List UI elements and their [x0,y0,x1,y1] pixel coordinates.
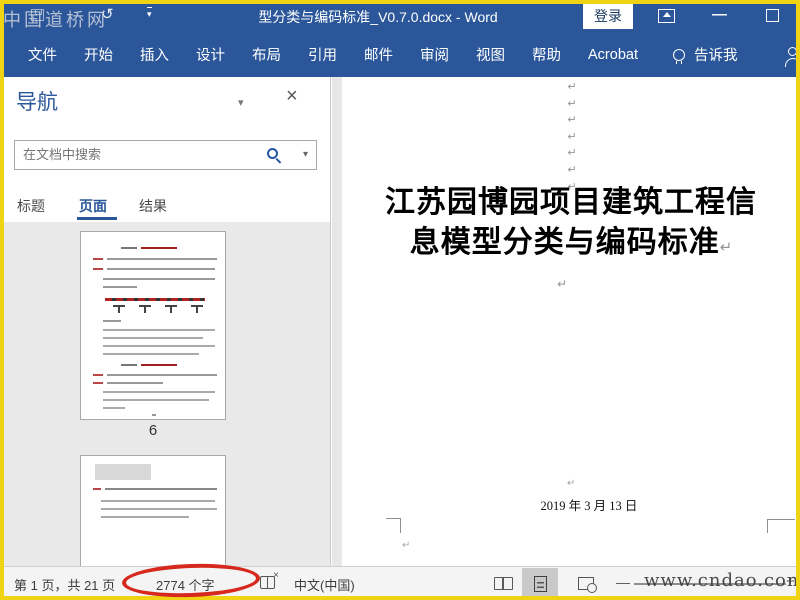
web-layout-icon[interactable] [578,577,597,593]
active-tab-underline [77,217,117,220]
watermark-bottom-right: www.cndao.com [644,570,800,591]
tab-file[interactable]: 文件 [28,44,57,65]
sign-in-button[interactable]: 登录 [583,4,633,29]
tab-references[interactable]: 引用 [308,44,337,65]
nav-tab-pages[interactable]: 页面 [79,196,107,216]
nav-pane-tabs: 标题 页面 结果 [0,194,331,222]
title-bar: ↺ ▾ 型分类与编码标准_V0.7.0.docx - Word 登录 — [0,0,800,32]
read-mode-icon[interactable] [494,577,513,590]
thumbnail-diagram-line [105,298,205,301]
word-count-indicator[interactable]: 2774 个字 [156,575,215,594]
account-person-icon-body [785,58,800,67]
nav-pane-menu-icon[interactable]: ▾ [238,96,244,109]
quick-access-customize-icon[interactable]: ▾ [147,7,152,20]
window-title: 型分类与编码标准_V0.7.0.docx - Word [258,9,498,25]
tab-acrobat[interactable]: Acrobat [588,47,638,63]
tab-mailings[interactable]: 邮件 [364,44,393,65]
ribbon-tab-bar: 文件 开始 插入 设计 布局 引用 邮件 审阅 视图 帮助 Acrobat 告诉… [0,32,800,77]
document-title-line-1: 江苏园博园项目建筑工程信 [385,186,757,219]
tab-home[interactable]: 开始 [84,44,113,65]
tab-help[interactable]: 帮助 [532,44,561,65]
page-thumbnail-list: 6 [0,222,330,566]
page-6-label: 6 [148,422,158,439]
tab-design[interactable]: 设计 [196,44,225,65]
paragraph-mark: ↵ [719,239,733,256]
tab-review[interactable]: 审阅 [420,44,449,65]
text-boundary-corner-mark [386,518,401,533]
text-boundary-corner-mark [767,519,795,533]
account-person-icon[interactable] [788,47,797,56]
page-6-thumbnail[interactable] [80,231,226,420]
nav-pane-title: 导航 [16,91,58,114]
document-area: ↵ ↵ ↵ ↵ ↵ ↵ ↵ 江苏园博园项目建筑工程信 息模型分类与编码标准↵ ↵ ↵ 201… [332,77,800,566]
maximize-button[interactable] [766,9,779,22]
ribbon-display-options-icon[interactable] [658,9,675,23]
nav-tab-headings[interactable]: 标题 [17,196,45,216]
page-indicator[interactable]: 第 1 页，共 21 页 [14,575,115,594]
tab-insert[interactable]: 插入 [140,44,169,65]
document-search-input[interactable]: 在文档中搜索 ▾ [14,140,317,170]
page-7-thumbnail[interactable] [80,455,226,566]
nav-pane-close-icon[interactable]: × [286,85,298,108]
lightbulb-icon [672,48,685,64]
tell-me-label: 告诉我 [693,48,738,64]
nav-tab-results[interactable]: 结果 [139,196,167,216]
language-indicator[interactable]: 中文(中国) [294,575,355,594]
print-layout-icon-active[interactable] [522,568,558,600]
paragraph-mark: ↵ [402,540,411,551]
word-application-window: ↺ ▾ 型分类与编码标准_V0.7.0.docx - Word 登录 — 中国道… [0,0,800,600]
paragraph-mark: ↵ [557,277,568,291]
tab-view[interactable]: 视图 [476,44,505,65]
tell-me-group[interactable]: 告诉我 [672,44,738,65]
proofing-errors-icon[interactable] [260,570,279,589]
watermark-top-left: 中国道桥网 [3,10,108,31]
navigation-pane: 导航 ▾ × 在文档中搜索 ▾ 标题 页面 结果 6 [0,77,331,566]
empty-paragraph-marks: ↵ ↵ ↵ ↵ ↵ ↵ ↵ [567,81,577,193]
search-options-icon[interactable]: ▾ [303,149,308,160]
zoom-out-button[interactable]: — [616,574,630,590]
minimize-button[interactable]: — [712,6,727,23]
paragraph-mark: ↵ [567,478,576,489]
tab-layout[interactable]: 布局 [252,44,281,65]
document-date: 2019 年 3 月 13 日 [540,499,638,513]
document-title: 江苏园博园项目建筑工程信 息模型分类与编码标准↵ [342,183,800,268]
document-title-line-2: 息模型分类与编码标准 [409,226,720,259]
search-icon[interactable] [267,148,278,159]
document-page[interactable]: ↵ ↵ ↵ ↵ ↵ ↵ ↵ 江苏园博园项目建筑工程信 息模型分类与编码标准↵ ↵ ↵ 201… [342,77,800,566]
search-placeholder: 在文档中搜索 [23,147,102,162]
